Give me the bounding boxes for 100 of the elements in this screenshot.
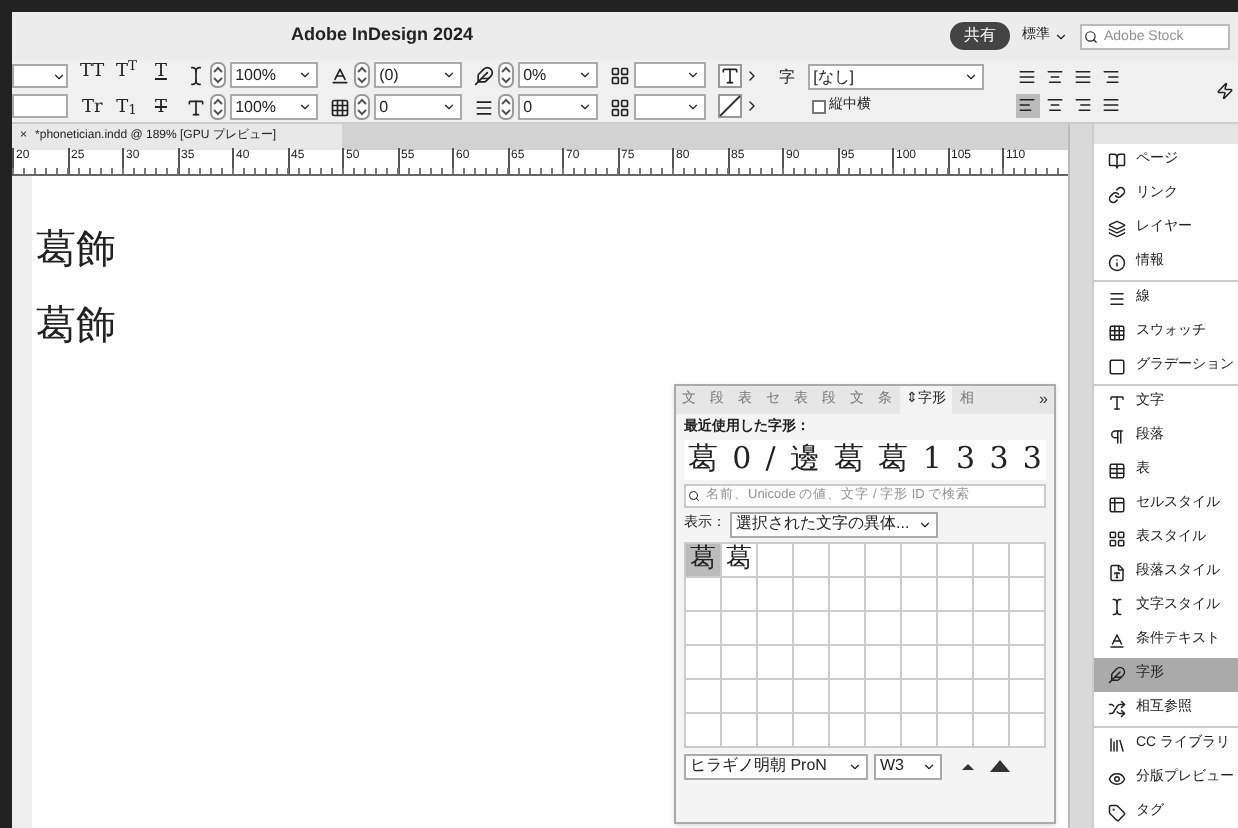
- glyph-cell[interactable]: [1010, 645, 1046, 679]
- share-button[interactable]: 共有: [950, 22, 1010, 50]
- glyph-cell[interactable]: [758, 611, 794, 645]
- align-button[interactable]: [1071, 65, 1096, 89]
- recent-glyph[interactable]: 1: [922, 436, 942, 482]
- glyph-cell[interactable]: [686, 713, 722, 747]
- glyph-cell[interactable]: [866, 543, 902, 577]
- glyph-cell[interactable]: [830, 577, 866, 611]
- tracking-field[interactable]: 0: [373, 94, 462, 120]
- recent-glyph[interactable]: 3: [989, 436, 1009, 482]
- glyph-cell[interactable]: [794, 713, 830, 747]
- align-button[interactable]: [1099, 65, 1124, 89]
- glyph-cell[interactable]: [722, 679, 758, 713]
- align-button[interactable]: [1071, 93, 1096, 117]
- glyph-cell[interactable]: [686, 645, 722, 679]
- glyph-cell[interactable]: [866, 713, 902, 747]
- kerning-field[interactable]: (0): [373, 62, 462, 88]
- no-stroke-icon[interactable]: [717, 94, 742, 118]
- scrollbar[interactable]: [1068, 124, 1092, 828]
- glyph-cell[interactable]: [974, 577, 1010, 611]
- spinner-icon[interactable]: [209, 62, 226, 88]
- font-dropdown[interactable]: ヒラギノ明朝 ProN: [684, 753, 868, 779]
- glyph-cell[interactable]: [794, 645, 830, 679]
- size-field[interactable]: [12, 94, 68, 118]
- glyph-cell[interactable]: [794, 577, 830, 611]
- glyph-cell[interactable]: [938, 679, 974, 713]
- glyph-cell[interactable]: [1010, 577, 1046, 611]
- spinner-icon[interactable]: [497, 94, 514, 120]
- glyph-cell[interactable]: [794, 611, 830, 645]
- glyph-cell[interactable]: [794, 543, 830, 577]
- glyph-cell[interactable]: [866, 577, 902, 611]
- type-style-button[interactable]: Tr: [80, 95, 105, 122]
- type-style-button[interactable]: T$_{1}$: [114, 95, 139, 122]
- glyph-cell[interactable]: [866, 645, 902, 679]
- more-tabs-button[interactable]: »: [1039, 388, 1048, 412]
- glyph-cell[interactable]: 葛: [686, 543, 722, 577]
- tsume-field[interactable]: 0%: [517, 62, 598, 88]
- lightning-icon[interactable]: [1216, 82, 1234, 100]
- type-style-button[interactable]: T: [148, 60, 174, 87]
- glyph-cell[interactable]: [974, 611, 1010, 645]
- glyph-cell[interactable]: [758, 679, 794, 713]
- spinner-icon[interactable]: [353, 94, 370, 120]
- glyph-cell[interactable]: [722, 577, 758, 611]
- align-button[interactable]: [1043, 65, 1068, 89]
- char-style-dropdown[interactable]: [なし]: [807, 64, 984, 91]
- glyph-cell[interactable]: [974, 679, 1010, 713]
- glyph-cell[interactable]: [830, 543, 866, 577]
- glyph-cell[interactable]: [830, 645, 866, 679]
- recent-glyph[interactable]: 葛: [688, 436, 718, 482]
- zoom-in-icon[interactable]: [990, 760, 1012, 772]
- glyph-cell[interactable]: [938, 645, 974, 679]
- recent-glyph[interactable]: 葛: [834, 436, 865, 482]
- align-button[interactable]: [1099, 93, 1124, 117]
- recent-glyph[interactable]: 3: [956, 436, 976, 482]
- align-button[interactable]: [1015, 65, 1040, 89]
- glyph-cell[interactable]: [758, 577, 794, 611]
- recent-glyph[interactable]: /: [765, 436, 776, 482]
- zoom-out-icon[interactable]: [960, 760, 976, 772]
- fill-text-icon[interactable]: [717, 64, 742, 88]
- glyph-cell[interactable]: [794, 679, 830, 713]
- glyph-cell[interactable]: [686, 611, 722, 645]
- recent-glyph[interactable]: 3: [1022, 436, 1042, 482]
- glyph-cell[interactable]: [938, 611, 974, 645]
- glyph-cell[interactable]: [758, 543, 794, 577]
- spinner-icon[interactable]: [209, 94, 226, 120]
- glyph-cell[interactable]: [1010, 713, 1046, 747]
- grid-field[interactable]: [633, 62, 706, 88]
- glyph-cell[interactable]: [722, 645, 758, 679]
- glyph-cell[interactable]: [902, 645, 938, 679]
- glyph-cell[interactable]: [830, 713, 866, 747]
- glyph-cell[interactable]: [938, 543, 974, 577]
- align-button[interactable]: [1043, 93, 1068, 117]
- glyph-cell[interactable]: [902, 679, 938, 713]
- horizontal-scale-field[interactable]: 100%: [229, 94, 318, 120]
- glyph-cell[interactable]: [722, 713, 758, 747]
- glyph-cell[interactable]: [1010, 543, 1046, 577]
- glyph-cell[interactable]: [686, 679, 722, 713]
- glyph-cell[interactable]: [902, 577, 938, 611]
- recent-glyph[interactable]: 邊: [789, 436, 820, 482]
- glyph-cell[interactable]: [758, 645, 794, 679]
- glyph-cell[interactable]: [866, 679, 902, 713]
- align-button[interactable]: [1015, 93, 1040, 117]
- glyph-cell[interactable]: [974, 543, 1010, 577]
- glyph-cell[interactable]: [902, 713, 938, 747]
- glyph-cell[interactable]: [686, 577, 722, 611]
- glyph-cell[interactable]: [974, 713, 1010, 747]
- glyph-cell[interactable]: [902, 543, 938, 577]
- glyph-cell[interactable]: [1010, 679, 1046, 713]
- glyph-cell[interactable]: [830, 611, 866, 645]
- vertical-scale-field[interactable]: 100%: [229, 62, 318, 88]
- aki-field[interactable]: 0: [517, 94, 598, 120]
- glyph-cell[interactable]: [1010, 611, 1046, 645]
- glyph-cell[interactable]: [830, 679, 866, 713]
- glyph-cell[interactable]: [938, 713, 974, 747]
- glyph-cell[interactable]: 葛: [722, 543, 758, 577]
- glyph-cell[interactable]: [866, 611, 902, 645]
- type-style-button[interactable]: T: [148, 95, 174, 122]
- spinner-icon[interactable]: [497, 62, 514, 88]
- recent-glyph[interactable]: 葛: [878, 436, 909, 482]
- font-field[interactable]: [12, 64, 68, 88]
